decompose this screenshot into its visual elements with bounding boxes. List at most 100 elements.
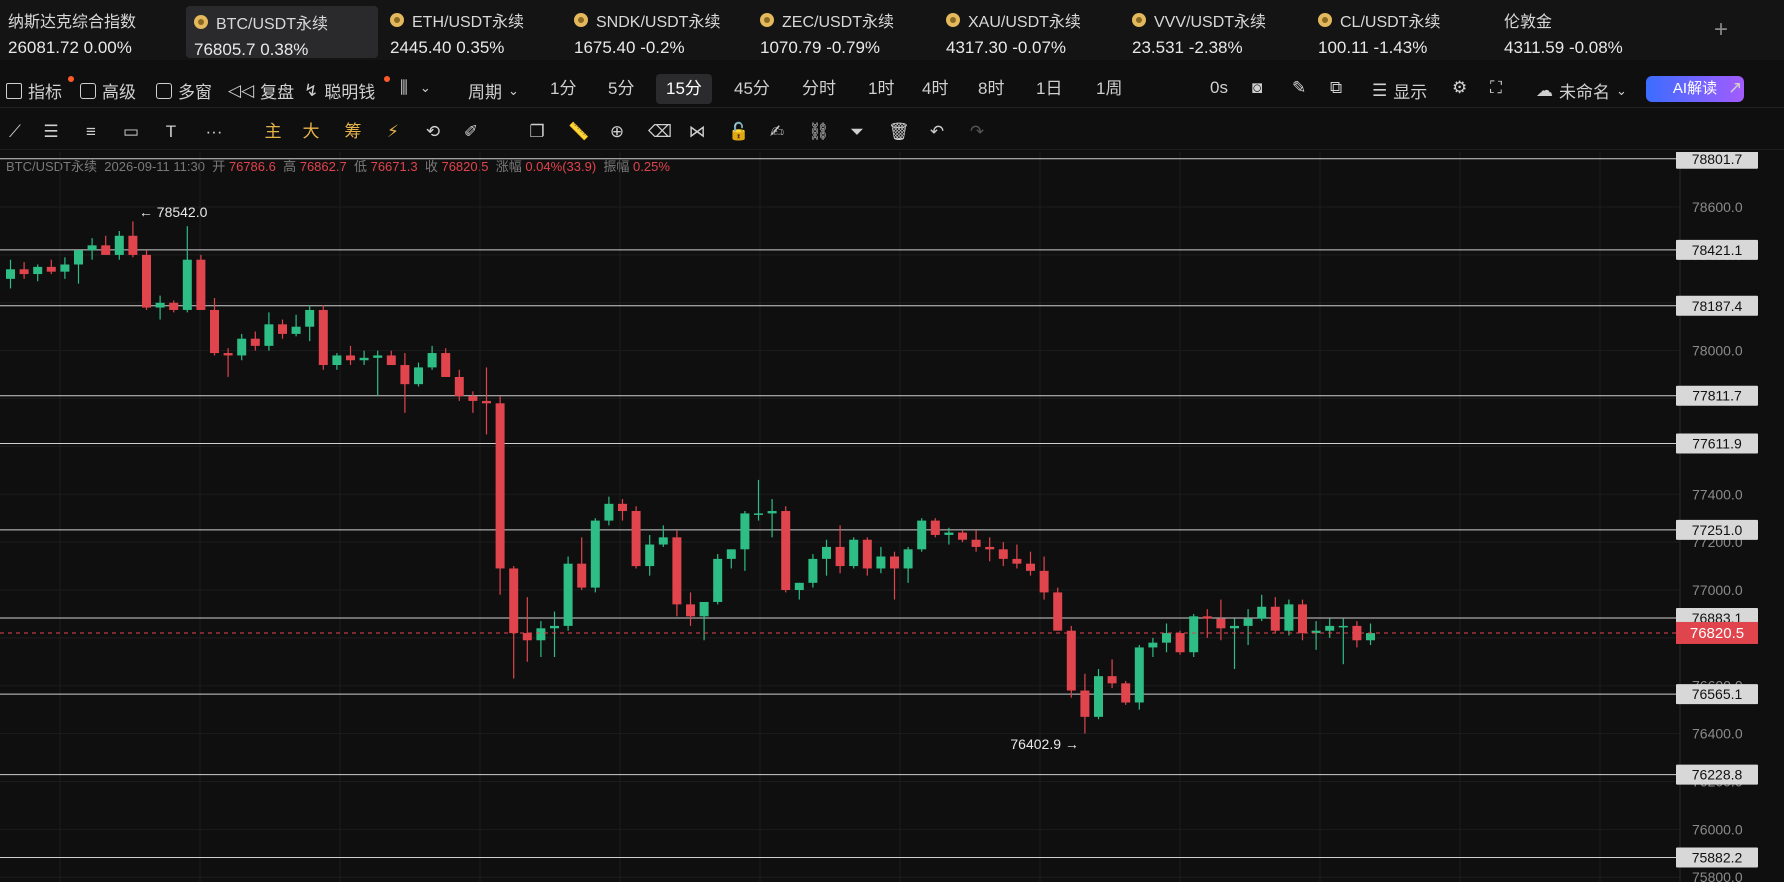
ticker-vvv[interactable]: VVV/USDT永续 23.531 -2.38% [1132,8,1266,60]
pen-icon[interactable]: ✎ [1292,78,1306,98]
large-orders-button[interactable]: 大 [302,123,320,141]
display-label: 显示 [1393,83,1428,102]
candle-body [590,520,600,588]
coin-icon [1132,13,1146,27]
ticker-change: 0.35% [456,38,505,57]
replay-button[interactable]: ◁◁ 复盘 [228,78,294,103]
candle-body [672,537,682,605]
share-icon[interactable]: ↗ [1728,78,1742,98]
period-tab[interactable]: 1时 [858,74,904,104]
horizontal-lines-icon[interactable]: ≡ [82,123,100,141]
link-icon[interactable]: ⛓ [808,123,830,141]
add-ticker-button[interactable]: + [1714,16,1728,44]
candle-body [427,353,437,368]
main-chart-button[interactable]: 主 [264,123,282,141]
candle-body [441,353,451,377]
candle-body [19,269,29,275]
coin-icon [946,13,960,27]
ticker-price: 26081.72 [8,38,79,57]
candle-body [400,365,410,385]
ticker-eth[interactable]: ETH/USDT永续 2445.40 0.35% [390,8,524,60]
advanced-button[interactable]: 高级 [80,78,136,103]
trash-icon[interactable]: 🗑 [888,123,910,141]
display-button[interactable]: ☰ 显示 [1372,78,1427,103]
ticker-xau[interactable]: XAU/USDT永续 4317.30 -0.07% [946,8,1081,60]
price-chart[interactable]: 78600.078400.078200.078000.077800.077600… [0,152,1784,882]
text-icon[interactable]: T [162,123,180,141]
chart-type-button[interactable]: ⫼ ⌄ [400,78,431,98]
candle-body [577,563,587,588]
candle-body [46,266,56,272]
ticker-name: ETH/USDT永续 [412,14,525,31]
fullscreen-icon[interactable]: ⛶ [1490,78,1502,98]
ticker-nasdaq[interactable]: 纳斯达克综合指数 26081.72 0.00% [8,8,136,60]
lock-icon[interactable]: 🔓 [728,123,749,141]
more-tools-icon[interactable]: ··· [202,123,226,141]
candle-body [495,403,505,569]
ticker-name: 伦敦金 [1504,14,1553,31]
candle-body [944,532,954,535]
notification-dot [384,76,390,82]
indicators-button[interactable]: 指标 [6,76,74,103]
grid-icon [156,82,172,99]
candle-body [414,367,423,385]
ticker-change: -0.79% [826,38,881,57]
brush-icon[interactable]: ✐ [462,123,480,141]
redo-icon[interactable]: ↷ [968,123,986,141]
chips-button[interactable]: 筹 [344,123,362,141]
multi-window-button[interactable]: 多窗 [156,78,212,103]
undo-icon[interactable]: ↶ [928,123,946,141]
ticker-zec[interactable]: ZEC/USDT永续 1070.79 -0.79% [760,8,894,60]
candle-body [985,546,995,550]
drawing-toolbar: ⟋ ☰ ≡ ▭ T ··· 主 大 筹 ⚡ ⟲ ✐ ❐ 📏 ⊕ ⌫ ⋈ 🔓 ✍ … [0,114,1784,150]
trendline-icon[interactable]: ⟋ [6,123,24,141]
coin-icon [1318,13,1332,27]
period-tab[interactable]: 1日 [1026,74,1072,104]
ticker-btc[interactable]: BTC/USDT永续 76805.7 0.38% [186,6,378,59]
candle-body [332,355,342,366]
period-tab[interactable]: 分时 [792,74,846,104]
candle-body [60,264,70,272]
level-price-label: 78421.1 [1692,242,1743,258]
eraser-icon[interactable]: ⌫ [648,123,672,141]
candle-body [876,556,886,569]
level-price-label: 76228.8 [1692,767,1743,783]
indicators-icon [6,82,22,99]
ticker-sndk[interactable]: SNDK/USDT永续 1675.40 -0.2% [574,8,720,60]
period-tab[interactable]: 8时 [968,74,1014,104]
period-tab[interactable]: 5分 [598,74,644,104]
chevron-down-icon: ⌄ [419,80,431,95]
layout-dropdown[interactable]: ☁ 未命名 ⌄ [1536,78,1627,103]
candle-body [291,326,301,334]
copy-icon[interactable]: ❐ [528,123,546,141]
zoom-in-icon[interactable]: ⊕ [608,123,626,141]
candle-body [618,503,627,512]
parallel-lines-icon[interactable]: ☰ [42,123,60,141]
period-tab[interactable]: 1分 [540,74,586,104]
period-tab[interactable]: 4时 [912,74,958,104]
candle-body [1270,606,1280,631]
cycle-icon[interactable]: ⟲ [424,123,442,141]
candle-body [1257,606,1267,619]
new-window-icon[interactable]: ⧉ [1330,78,1342,98]
edit-list-icon[interactable]: ✍ [768,123,786,141]
smart-money-button[interactable]: ↯ 聪明钱 [304,76,390,103]
filter-icon[interactable]: ⏷ [848,123,866,141]
ruler-icon[interactable]: 📏 [568,123,589,141]
rectangle-icon[interactable]: ▭ [122,123,140,141]
ticker-change: 0.38% [260,40,309,59]
period-tab[interactable]: 45分 [724,74,780,104]
period-tab[interactable]: 15分 [656,74,712,104]
candlestick-chart[interactable]: 78600.078400.078200.078000.077800.077600… [0,152,1784,882]
ticker-cl[interactable]: CL/USDT永续 100.11 -1.43% [1318,8,1440,60]
indicators-label: 指标 [28,83,62,102]
magic-tool-icon[interactable]: ⚡ [384,123,402,141]
period-tab[interactable]: 1周 [1086,74,1132,104]
camera-icon[interactable]: ◙ [1252,78,1262,98]
magnet-icon[interactable]: ⋈ [688,123,706,141]
candle-body [958,532,967,540]
settings-icon[interactable]: ⚙ [1452,78,1467,98]
period-dropdown[interactable]: 周期 ⌄ [468,78,519,103]
candle-body [849,539,859,567]
ticker-london-gold[interactable]: 伦敦金 4311.59 -0.08% [1504,8,1623,60]
